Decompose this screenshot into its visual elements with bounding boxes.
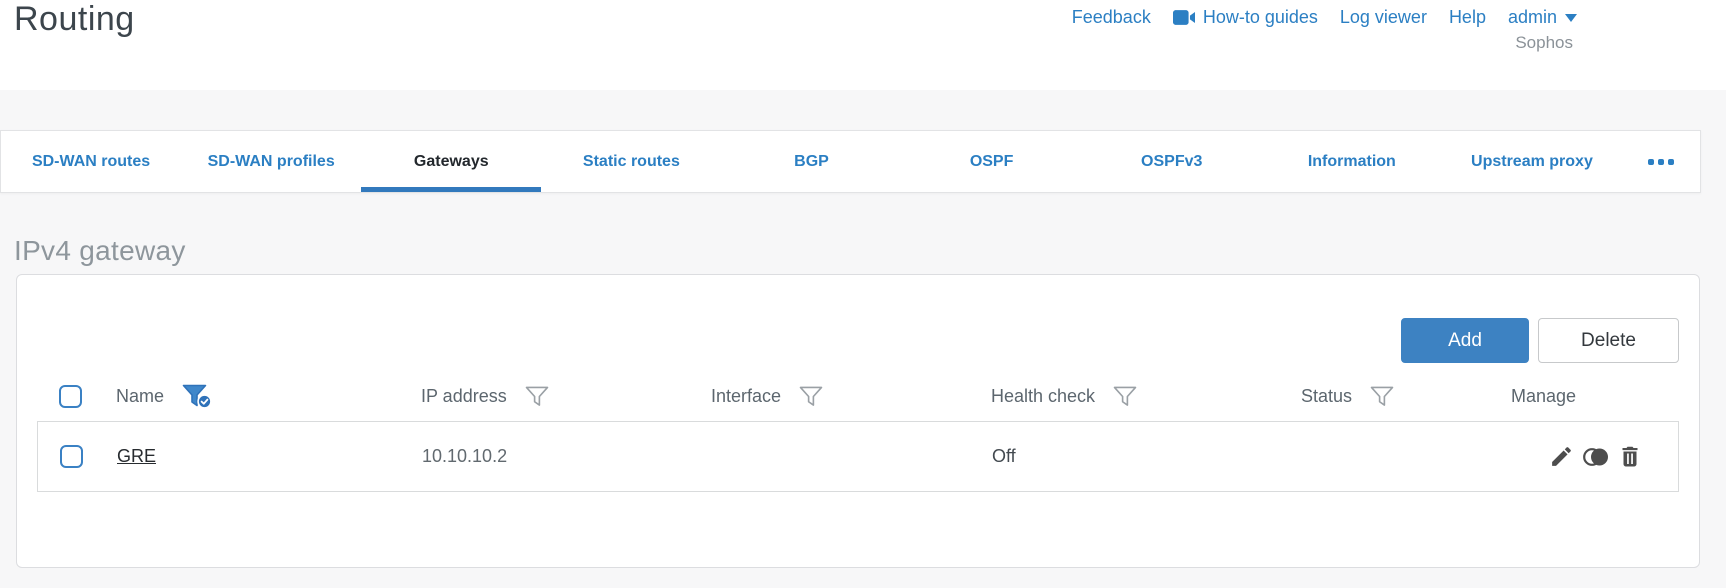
user-menu[interactable]: admin <box>1508 7 1577 28</box>
caret-down-icon <box>1565 13 1577 22</box>
add-button[interactable]: Add <box>1401 318 1529 363</box>
health-check-filter-icon[interactable] <box>1113 386 1137 407</box>
gateway-name-link[interactable]: GRE <box>117 446 156 466</box>
tab-information[interactable]: Information <box>1262 131 1442 192</box>
feedback-link[interactable]: Feedback <box>1072 7 1151 28</box>
gateway-health-check: Off <box>992 446 1016 466</box>
column-header-ip-address: IP address <box>421 386 507 406</box>
page-title: Routing <box>14 0 135 38</box>
user-name: admin <box>1507 7 1557 27</box>
interface-filter-icon[interactable] <box>799 386 823 407</box>
status-filter-icon[interactable] <box>1370 386 1394 407</box>
row-checkbox[interactable] <box>60 445 83 468</box>
tab-static-routes[interactable]: Static routes <box>541 131 721 192</box>
routing-page: Routing Feedback How-to guides Log viewe… <box>0 0 1726 588</box>
video-camera-icon <box>1172 10 1195 25</box>
column-header-status: Status <box>1301 386 1353 406</box>
tab-ospf[interactable]: OSPF <box>902 131 1082 192</box>
active-tab-underline <box>361 187 542 192</box>
ipv4-gateway-card: Add Delete Name IP address Interface Hea… <box>16 274 1700 568</box>
table-header: Name IP address Interface Health check S… <box>37 372 1679 422</box>
tab-bar: SD-WAN routes SD-WAN profiles Gateways S… <box>0 130 1701 193</box>
tab-gateways[interactable]: Gateways <box>361 131 542 192</box>
ip-address-filter-icon[interactable] <box>525 386 549 407</box>
select-all-checkbox[interactable] <box>59 385 82 408</box>
brand-label: Sophos <box>1515 33 1573 52</box>
section-heading: IPv4 gateway <box>14 235 186 266</box>
column-header-health-check: Health check <box>991 386 1096 406</box>
tab-ospfv3[interactable]: OSPFv3 <box>1082 131 1262 192</box>
column-header-interface: Interface <box>711 386 782 406</box>
tab-bgp[interactable]: BGP <box>721 131 901 192</box>
top-nav: Feedback How-to guides Log viewer Help a… <box>1072 7 1577 28</box>
name-filter-active-icon[interactable] <box>182 384 213 409</box>
gateway-ip-address: 10.10.10.2 <box>422 446 508 466</box>
toolbar: Add Delete <box>37 318 1679 363</box>
column-header-manage: Manage <box>1511 386 1577 406</box>
table-row: GRE 10.10.10.2 Off <box>37 422 1679 492</box>
help-link[interactable]: Help <box>1449 7 1486 28</box>
tab-sdwan-profiles[interactable]: SD-WAN profiles <box>181 131 361 192</box>
clone-circles-icon[interactable] <box>1582 446 1610 468</box>
top-header: Routing Feedback How-to guides Log viewe… <box>0 0 1726 90</box>
log-viewer-link[interactable]: Log viewer <box>1340 7 1427 28</box>
delete-button[interactable]: Delete <box>1538 318 1679 363</box>
edit-pencil-icon[interactable] <box>1549 444 1574 469</box>
how-to-guides-link[interactable]: How-to guides <box>1172 7 1318 28</box>
tab-upstream-proxy[interactable]: Upstream proxy <box>1442 131 1622 192</box>
tab-sdwan-routes[interactable]: SD-WAN routes <box>1 131 181 192</box>
more-tabs-ellipsis-icon[interactable] <box>1622 131 1700 192</box>
delete-trash-icon[interactable] <box>1618 444 1642 469</box>
column-header-name: Name <box>116 386 165 406</box>
manage-actions <box>1512 444 1678 469</box>
